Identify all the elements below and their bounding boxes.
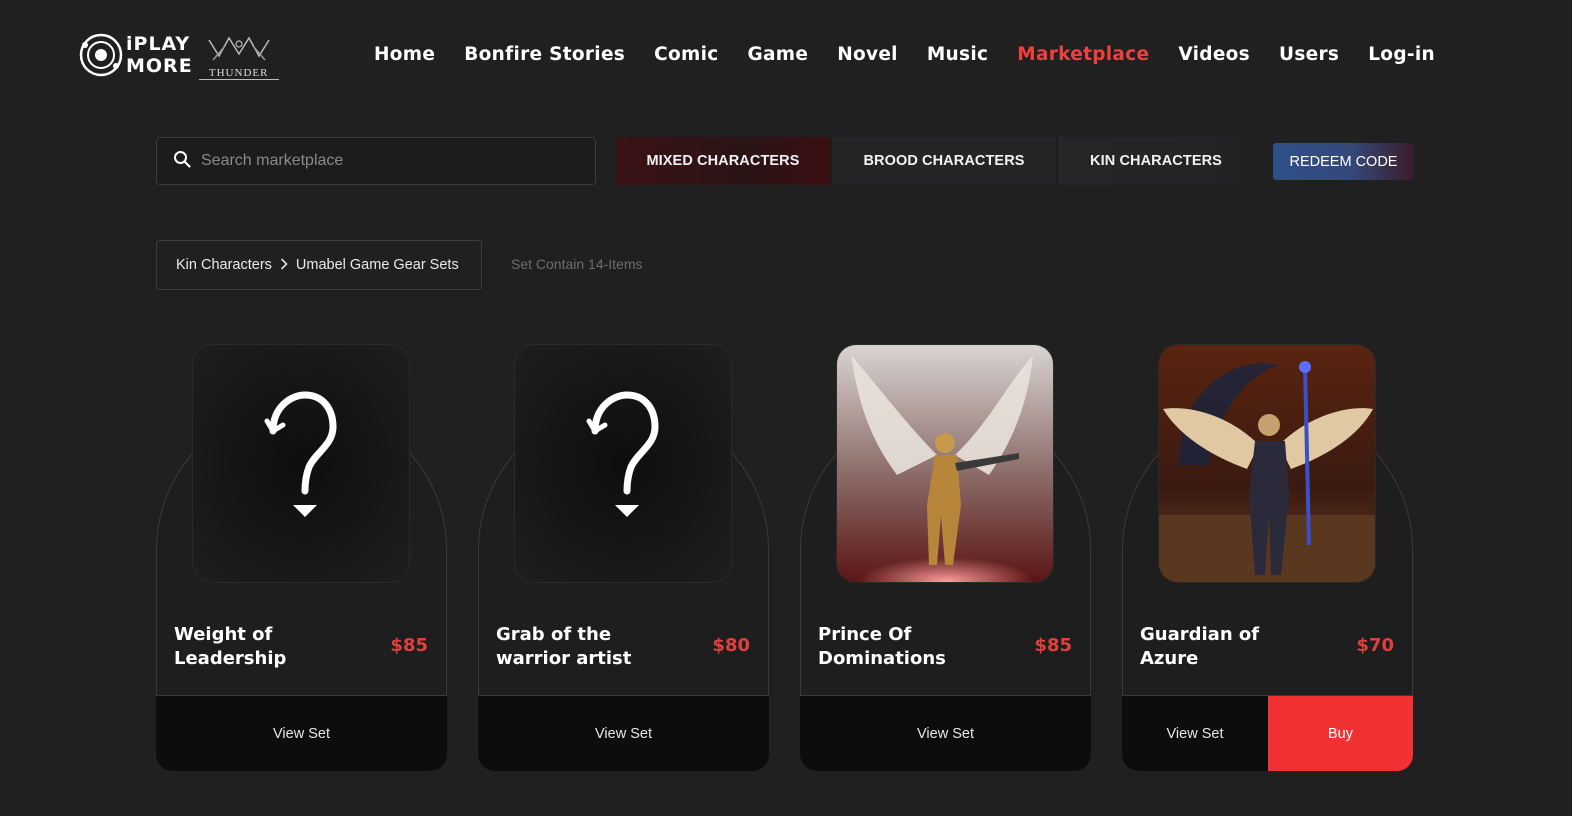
product-card: Prince Of Dominations $85 View Set xyxy=(800,344,1091,771)
card-title: Weight of Leadership xyxy=(174,624,287,669)
breadcrumb-kin-characters[interactable]: Kin Characters xyxy=(176,257,272,273)
search-box xyxy=(156,137,596,185)
search-input[interactable] xyxy=(201,152,581,170)
chevron-right-icon xyxy=(280,257,288,273)
card-actions: View Set xyxy=(478,695,769,771)
card-price: $85 xyxy=(1034,635,1072,656)
card-title: Grab of the warrior artist xyxy=(496,624,632,669)
nav-game[interactable]: Game xyxy=(747,44,808,65)
card-actions: View Set Buy xyxy=(1122,695,1413,771)
card-image[interactable] xyxy=(514,344,732,583)
card-price: $85 xyxy=(390,635,428,656)
nav-novel[interactable]: Novel xyxy=(837,44,898,65)
tab-mixed-characters[interactable]: MIXED CHARACTERS xyxy=(616,137,832,185)
card-image[interactable] xyxy=(836,344,1054,583)
nav-comic[interactable]: Comic xyxy=(654,44,718,65)
nav-users[interactable]: Users xyxy=(1279,44,1339,65)
card-actions: View Set xyxy=(800,695,1091,771)
question-mark-icon xyxy=(586,391,659,517)
view-set-button[interactable]: View Set xyxy=(1122,696,1268,771)
character-tabs: MIXED CHARACTERS BROOD CHARACTERS KIN CH… xyxy=(616,137,1254,185)
card-title: Guardian of Azure xyxy=(1140,624,1260,669)
product-card: Grab of the warrior artist $80 View Set xyxy=(478,344,769,771)
winged-golden-knight-image xyxy=(837,345,1053,582)
breadcrumb: Kin Characters Umabel Game Gear Sets xyxy=(156,240,482,290)
buy-button[interactable]: Buy xyxy=(1268,696,1413,771)
nav-home[interactable]: Home xyxy=(374,44,435,65)
card-price: $80 xyxy=(712,635,750,656)
brand-logo[interactable]: iPLAY MORE THUNDER xyxy=(78,30,296,80)
tab-brood-characters[interactable]: BROOD CHARACTERS xyxy=(832,137,1058,185)
main-nav: Home Bonfire Stories Comic Game Novel Mu… xyxy=(374,40,1435,68)
view-set-button[interactable]: View Set xyxy=(478,696,769,771)
product-card: Weight of Leadership $85 View Set xyxy=(156,344,447,771)
thunder-partner-logo: THUNDER xyxy=(198,30,279,80)
tab-kin-characters[interactable]: KIN CHARACTERS xyxy=(1058,137,1254,185)
card-image[interactable] xyxy=(192,344,410,583)
nav-bonfire-stories[interactable]: Bonfire Stories xyxy=(464,44,625,65)
product-card: Guardian of Azure $70 View Set Buy xyxy=(1122,344,1413,771)
question-mark-icon xyxy=(264,391,337,517)
redeem-code-button[interactable]: REDEEM CODE xyxy=(1273,143,1414,180)
card-price: $70 xyxy=(1356,635,1394,656)
card-actions: View Set xyxy=(156,695,447,771)
card-title: Prince Of Dominations xyxy=(818,624,946,669)
view-set-button[interactable]: View Set xyxy=(800,696,1091,771)
nav-videos[interactable]: Videos xyxy=(1178,44,1250,65)
nav-login[interactable]: Log-in xyxy=(1368,44,1435,65)
card-image[interactable] xyxy=(1158,344,1376,583)
view-set-button[interactable]: View Set xyxy=(156,696,447,771)
nav-music[interactable]: Music xyxy=(927,44,988,65)
winged-azure-guardian-image xyxy=(1159,345,1375,582)
logo-wordmark: iPLAY MORE xyxy=(126,33,193,77)
breadcrumb-current: Umabel Game Gear Sets xyxy=(295,257,459,273)
set-item-count: Set Contain 14-Items xyxy=(511,256,643,272)
logo-emblem-icon xyxy=(78,32,124,78)
nav-marketplace[interactable]: Marketplace xyxy=(1017,44,1149,65)
search-icon xyxy=(173,150,191,173)
